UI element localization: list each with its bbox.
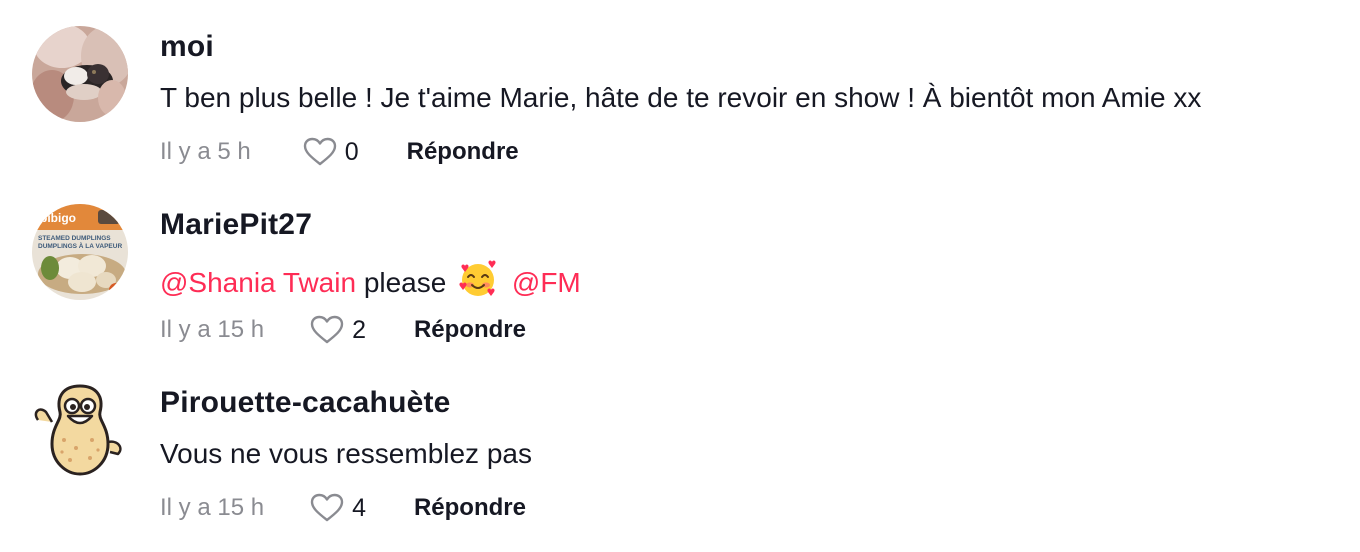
smiling-face-with-hearts-icon	[458, 260, 498, 305]
comment-item: bibigo STEAMED DUMPLINGS DUMPLINGS À LA …	[0, 178, 1360, 348]
like-button[interactable]: 2	[310, 315, 366, 345]
avatar-brand-text: bibigo	[40, 211, 76, 225]
heart-icon	[310, 493, 344, 522]
comment-username[interactable]: moi	[160, 30, 214, 64]
comment-item: Pirouette-cacahuète Vous ne vous ressemb…	[0, 356, 1360, 526]
comment-username[interactable]: MariePit27	[160, 208, 312, 242]
comment-time: Il y a 5 h	[160, 138, 251, 165]
avatar-label-line1: STEAMED DUMPLINGS	[38, 235, 111, 242]
like-count: 2	[352, 315, 366, 344]
comment-time: Il y a 15 h	[160, 494, 265, 521]
comment-username[interactable]: Pirouette-cacahuète	[160, 386, 451, 420]
avatar[interactable]: bibigo STEAMED DUMPLINGS DUMPLINGS À LA …	[32, 204, 128, 300]
heart-icon	[310, 315, 344, 344]
peanut-icon	[32, 382, 128, 478]
avatar-label-line2: DUMPLINGS À LA VAPEUR	[38, 241, 122, 250]
comment-meta: Il y a 15 h 2 Répondre	[160, 313, 526, 347]
mention-link[interactable]: @Shania Twain	[160, 267, 356, 298]
avatar[interactable]	[32, 26, 128, 122]
comment-text-body: please	[363, 267, 447, 298]
avatar[interactable]	[32, 382, 128, 478]
like-button[interactable]: 4	[310, 493, 366, 523]
comment-meta: Il y a 5 h 0 Répondre	[160, 135, 519, 169]
reply-button[interactable]: Répondre	[407, 138, 519, 166]
mention-link[interactable]: @FM	[512, 267, 581, 298]
like-count: 0	[344, 137, 359, 166]
avatar-photo-dumplings: bibigo STEAMED DUMPLINGS DUMPLINGS À LA …	[32, 204, 128, 300]
comment-text: T ben plus belle ! Je t'aime Marie, hâte…	[160, 82, 1202, 113]
comment-time: Il y a 15 h	[160, 316, 265, 343]
avatar-photo-cat	[32, 26, 128, 122]
reply-button[interactable]: Répondre	[414, 316, 526, 344]
heart-icon	[303, 137, 336, 166]
comment-item: moi T ben plus belle ! Je t'aime Marie, …	[0, 0, 1360, 170]
comment-text: @Shania Twain please @FM	[160, 260, 581, 305]
like-count: 4	[352, 493, 366, 522]
like-button[interactable]: 0	[303, 137, 359, 167]
comment-meta: Il y a 15 h 4 Répondre	[160, 491, 526, 525]
comment-text: Vous ne vous ressemblez pas	[160, 438, 532, 469]
reply-button[interactable]: Répondre	[414, 494, 526, 522]
